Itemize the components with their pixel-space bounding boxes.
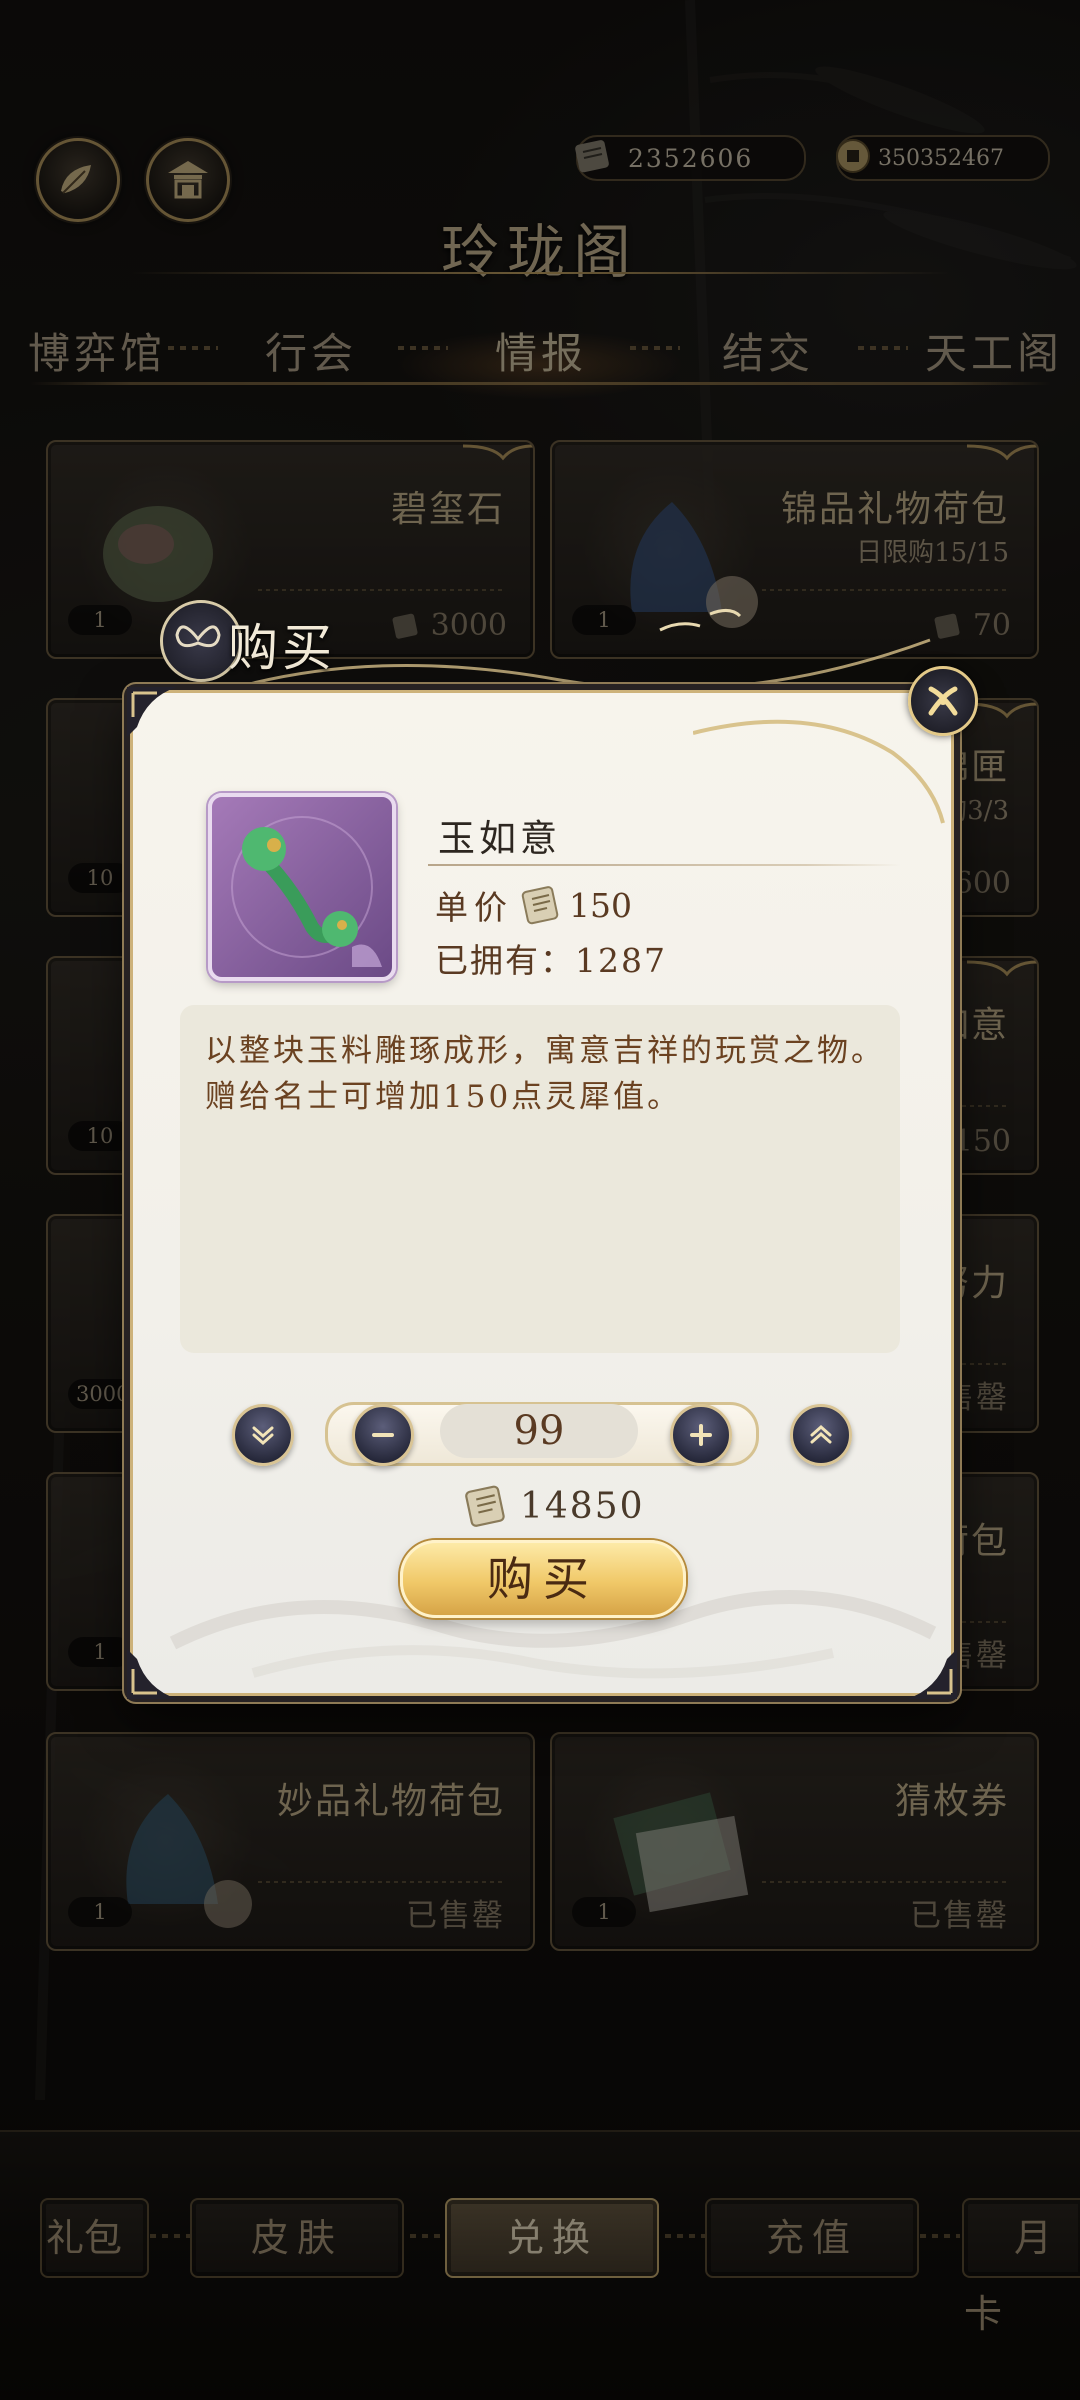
close-icon bbox=[928, 686, 958, 716]
item-name-divider bbox=[428, 864, 900, 866]
double-chevron-down-icon bbox=[252, 1426, 274, 1446]
minus-icon bbox=[372, 1433, 394, 1437]
plus-icon bbox=[690, 1424, 712, 1446]
max-quantity-button[interactable] bbox=[790, 1404, 852, 1466]
dialog-header: 购买 bbox=[160, 600, 720, 682]
item-name: 玉如意 bbox=[438, 817, 561, 860]
buy-button-label: 购买 bbox=[487, 1552, 599, 1606]
double-chevron-up-icon bbox=[810, 1424, 832, 1444]
quantity-value[interactable]: 99 bbox=[440, 1404, 638, 1458]
jade-ruyi-icon bbox=[231, 816, 382, 967]
unit-price-label: 单价 bbox=[435, 888, 513, 927]
frame-corner bbox=[127, 687, 177, 737]
min-quantity-button[interactable] bbox=[232, 1404, 294, 1466]
item-icon-frame bbox=[208, 793, 396, 981]
total-price-row: 14850 bbox=[460, 1478, 645, 1534]
shop-screen: 2352606 350352467 玲珑阁 博弈馆 行会 情报 结交 天工阁 碧… bbox=[0, 0, 1080, 2400]
owned-count: 已拥有：1287 bbox=[435, 941, 667, 980]
decrease-button[interactable] bbox=[352, 1404, 414, 1466]
unit-price-value: 150 bbox=[569, 885, 632, 925]
dialog-title: 购买 bbox=[228, 619, 336, 677]
increase-button[interactable] bbox=[670, 1404, 732, 1466]
unit-price-row: 单价 150 bbox=[435, 880, 632, 930]
frame-corner bbox=[907, 1649, 957, 1699]
item-description: 以整块玉料雕琢成形，寓意吉祥的玩赏之物。赠给名士可增加150点灵犀值。 bbox=[205, 1033, 885, 1115]
total-price-value: 14850 bbox=[520, 1485, 645, 1527]
buy-button[interactable]: 购买 bbox=[400, 1540, 686, 1618]
scroll-currency-icon bbox=[521, 886, 559, 925]
frame-corner bbox=[127, 1649, 177, 1699]
close-button[interactable] bbox=[908, 666, 978, 736]
scroll-currency-icon bbox=[465, 1485, 505, 1527]
